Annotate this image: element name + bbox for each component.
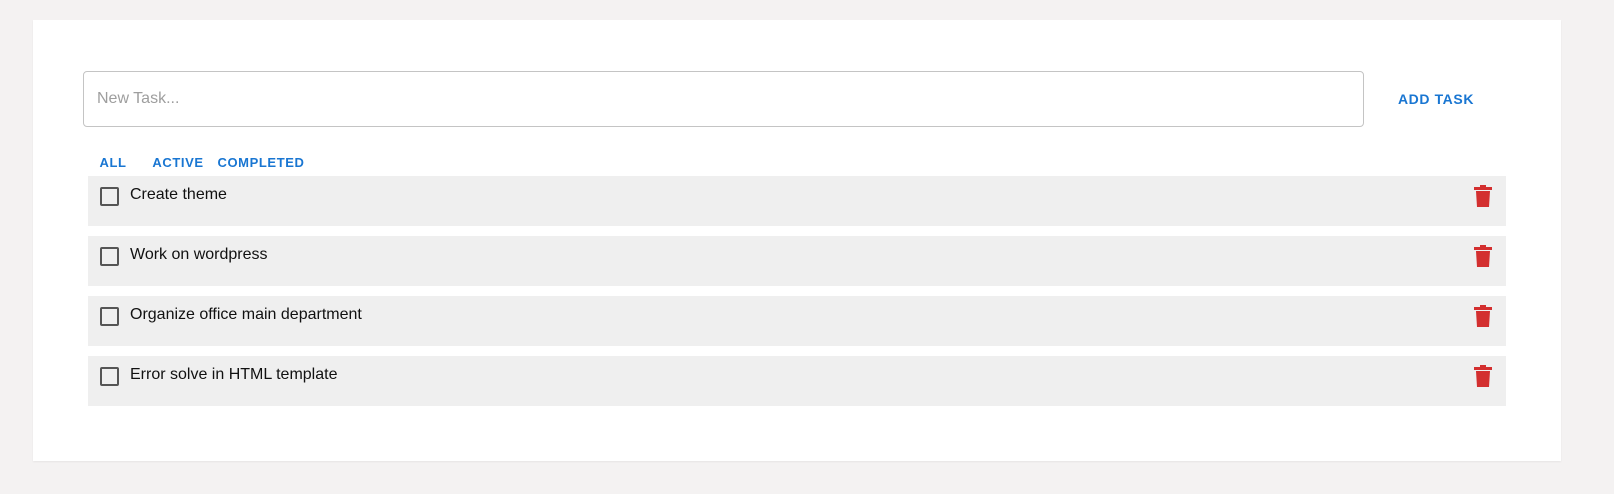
trash-icon[interactable] bbox=[1474, 185, 1492, 207]
task-checkbox[interactable] bbox=[100, 247, 119, 266]
filter-completed-button[interactable]: COMPLETED bbox=[215, 144, 307, 180]
task-row: Work on wordpress bbox=[88, 236, 1506, 286]
filter-all-button[interactable]: ALL bbox=[88, 144, 138, 180]
task-row: Create theme bbox=[88, 176, 1506, 226]
todo-card: ADD TASK ALL ACTIVE COMPLETED Create the… bbox=[33, 20, 1561, 461]
new-task-row: ADD TASK bbox=[83, 71, 1503, 127]
task-checkbox[interactable] bbox=[100, 307, 119, 326]
task-checkbox[interactable] bbox=[100, 367, 119, 386]
task-text: Error solve in HTML template bbox=[130, 366, 338, 383]
task-text: Organize office main department bbox=[130, 306, 362, 323]
task-row: Organize office main department bbox=[88, 296, 1506, 346]
add-task-button[interactable]: ADD TASK bbox=[1381, 81, 1491, 117]
task-row: Error solve in HTML template bbox=[88, 356, 1506, 406]
new-task-input[interactable] bbox=[83, 71, 1364, 127]
task-text: Create theme bbox=[130, 186, 227, 203]
trash-icon[interactable] bbox=[1474, 305, 1492, 327]
filter-active-button[interactable]: ACTIVE bbox=[148, 144, 208, 180]
task-text: Work on wordpress bbox=[130, 246, 268, 263]
task-checkbox[interactable] bbox=[100, 187, 119, 206]
trash-icon[interactable] bbox=[1474, 245, 1492, 267]
trash-icon[interactable] bbox=[1474, 365, 1492, 387]
task-list: Create theme Work on wordpress Organize … bbox=[88, 176, 1506, 416]
